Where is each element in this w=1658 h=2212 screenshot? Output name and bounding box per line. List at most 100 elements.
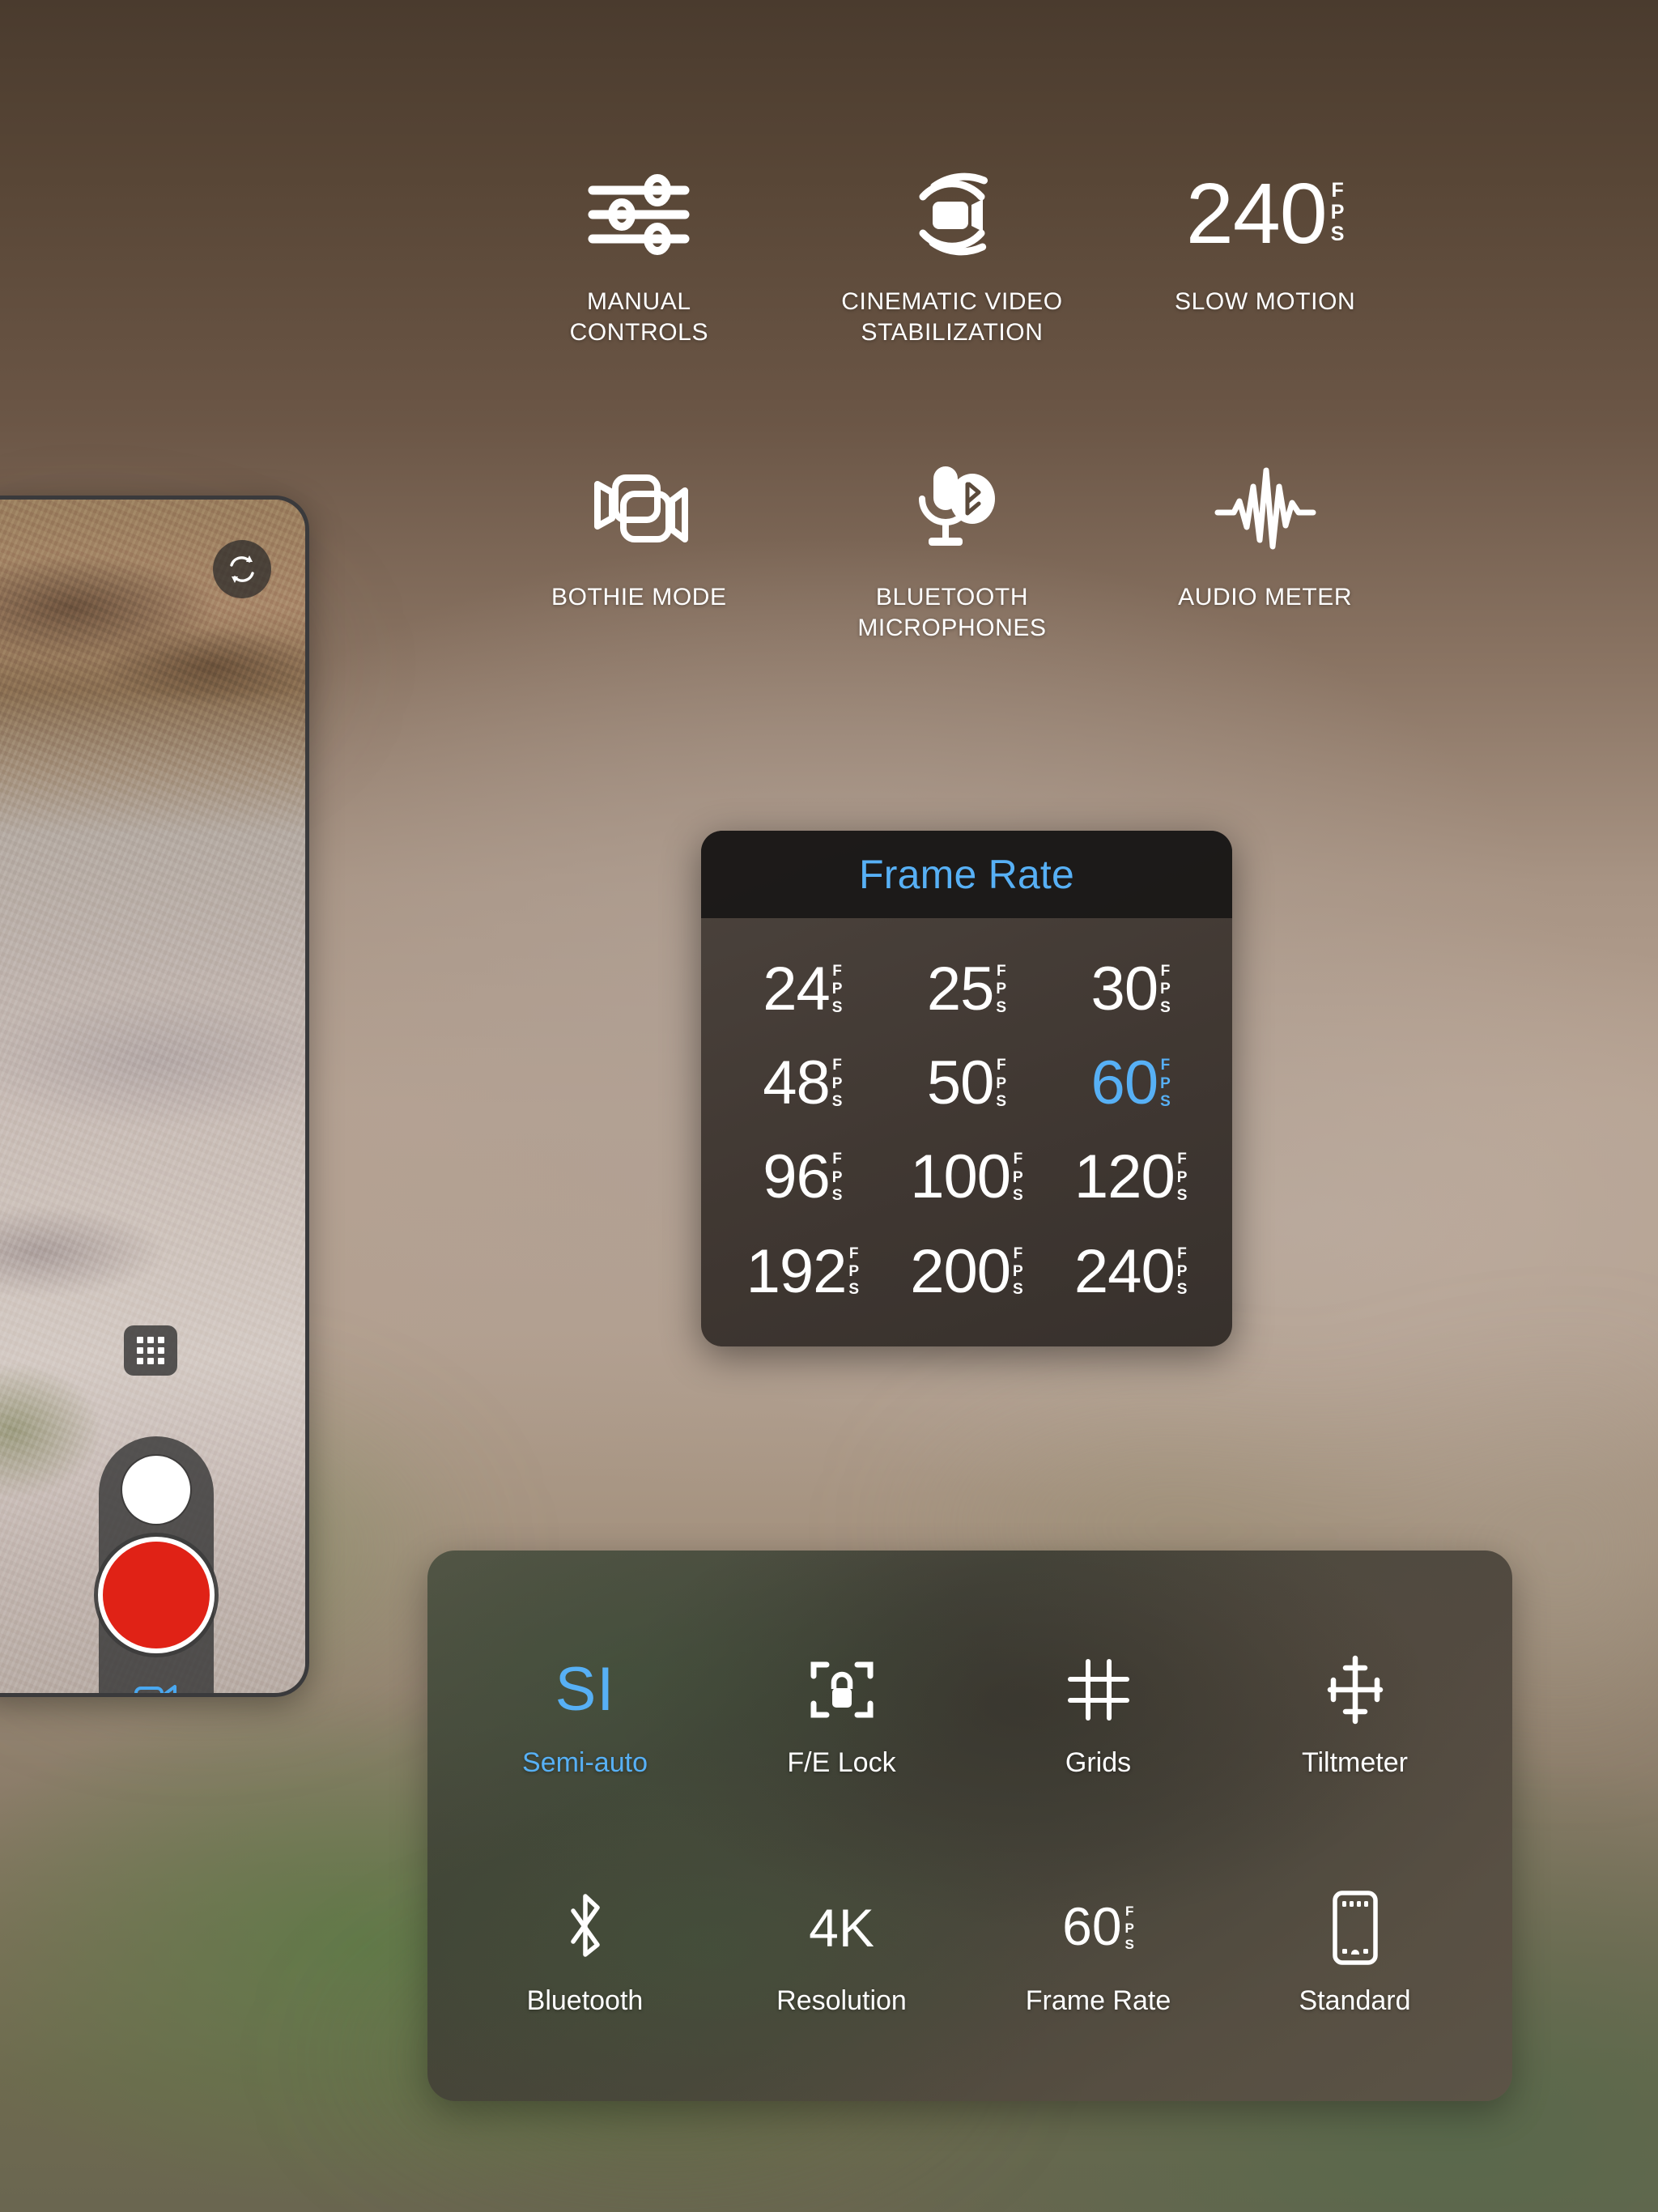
fps-240-icon: 240 F P S (1186, 162, 1345, 267)
fps-value: 240 (1185, 166, 1328, 262)
camera-control-bar: SI Semi-auto F/E Lock Grids Tiltmeter Bl… (427, 1551, 1512, 2101)
frame-rate-option-200[interactable]: 200 FPS (885, 1236, 1049, 1306)
frame-rate-icon: 60 F P S (1062, 1883, 1134, 1972)
control-label: Standard (1299, 1984, 1411, 2016)
capture-controls (98, 1436, 215, 1693)
sliders-icon (586, 162, 691, 267)
control-fe-lock[interactable]: F/E Lock (713, 1593, 970, 1831)
control-resolution[interactable]: 4K Resolution (713, 1831, 970, 2069)
camera-flip-icon (230, 555, 254, 583)
fps-unit: FPS (1013, 1244, 1023, 1299)
frame-rate-option-96[interactable]: 96 FPS (721, 1142, 885, 1212)
feature-bluetooth-microphones[interactable]: BLUETOOTH MICROPHONES (796, 457, 1109, 643)
waveform-icon (1213, 457, 1318, 563)
focus-exposure-lock-icon (807, 1645, 877, 1734)
dot-grid-icon (137, 1337, 164, 1364)
frame-rate-option-30[interactable]: 30 FPS (1048, 955, 1213, 1023)
control-label: F/E Lock (787, 1746, 896, 1778)
option-value: 60 (1090, 1049, 1159, 1118)
video-mode-button[interactable] (134, 1682, 179, 1693)
control-bar-grid: SI Semi-auto F/E Lock Grids Tiltmeter Bl… (427, 1551, 1512, 2101)
fps-unit: FPS (1176, 1151, 1188, 1205)
frame-rate-glyph: 60 (1062, 1896, 1122, 1957)
feature-bothie-mode[interactable]: BOTHIE MODE (483, 457, 796, 643)
video-stabilization-icon (903, 162, 1001, 267)
control-label: Grids (1065, 1746, 1132, 1778)
fps-unit: FPS (831, 1057, 843, 1110)
frame-rate-option-240[interactable]: 240 FPS (1048, 1236, 1213, 1306)
option-value: 48 (763, 1049, 831, 1118)
control-semi-auto[interactable]: SI Semi-auto (457, 1593, 713, 1831)
control-label: Bluetooth (526, 1984, 644, 2016)
frame-rate-popup: Frame Rate 24 FPS 25 FPS 30 FPS 48 F P S… (701, 831, 1232, 1346)
feature-label: SLOW MOTION (1175, 288, 1356, 315)
feature-slow-motion[interactable]: 240 F P S SLOW MOTION (1108, 162, 1422, 347)
screen: MANUAL CONTROLS CINEMATIC VIDEO STABILIZ… (0, 0, 1658, 2212)
tiltmeter-icon (1319, 1645, 1392, 1734)
frame-rate-option-50[interactable]: 50 FPS (885, 1049, 1049, 1118)
frame-rate-header: Frame Rate (701, 831, 1232, 918)
resolution-glyph: 4K (809, 1897, 874, 1958)
grid-toggle-button[interactable] (124, 1325, 177, 1376)
frame-rate-title: Frame Rate (859, 852, 1074, 897)
photo-shutter-button[interactable] (122, 1456, 190, 1524)
option-value: 100 (910, 1142, 1011, 1212)
frame-rate-option-192[interactable]: 192 FPS (721, 1236, 885, 1306)
standard-format-icon (1327, 1883, 1384, 1972)
option-value: 25 (926, 955, 995, 1023)
feature-label: BOTHIE MODE (551, 584, 727, 610)
feature-cinematic-video-stabilization[interactable]: CINEMATIC VIDEO STABILIZATION (796, 162, 1109, 347)
semi-auto-icon: SI (555, 1645, 615, 1734)
control-grids[interactable]: Grids (970, 1593, 1226, 1831)
frame-rate-options: 24 FPS 25 FPS 30 FPS 48 FPS 50 F P S 60 … (701, 918, 1232, 1346)
feature-manual-controls[interactable]: MANUAL CONTROLS (483, 162, 796, 347)
fps-unit: FPS (848, 1244, 860, 1299)
fps-unit: FPS (996, 1057, 1007, 1110)
control-standard[interactable]: Standard (1226, 1831, 1483, 2069)
fps-unit: FPS (1160, 1057, 1171, 1110)
record-button[interactable] (98, 1537, 215, 1653)
semi-auto-glyph: SI (555, 1654, 615, 1724)
bluetooth-icon (557, 1883, 614, 1972)
frame-rate-option-60[interactable]: 60 FPS (1048, 1049, 1213, 1118)
feature-label: CINEMATIC VIDEO STABILIZATION (841, 288, 1063, 346)
option-value: 30 (1090, 955, 1159, 1023)
frame-rate-option-24[interactable]: 24 FPS (721, 955, 885, 1023)
feature-audio-meter[interactable]: AUDIO METER (1108, 457, 1422, 643)
frame-rate-option-100[interactable]: 100 FPS (885, 1142, 1049, 1212)
option-value: 96 (763, 1142, 831, 1212)
option-value: 200 (910, 1236, 1011, 1306)
option-value: 240 (1073, 1236, 1175, 1306)
fps-unit: FPS (1176, 1244, 1188, 1299)
camera-flip-button[interactable] (213, 540, 271, 598)
option-value: 50 (926, 1049, 995, 1118)
fps-unit: FPS (831, 1151, 843, 1205)
fps-unit: FPS (996, 963, 1007, 1016)
control-label: Resolution (776, 1984, 907, 2016)
feature-label: AUDIO METER (1178, 584, 1353, 610)
control-bluetooth[interactable]: Bluetooth (457, 1831, 713, 2069)
control-tiltmeter[interactable]: Tiltmeter (1226, 1593, 1483, 1831)
feature-label: MANUAL CONTROLS (569, 288, 709, 346)
feature-label: BLUETOOTH MICROPHONES (857, 584, 1047, 641)
fps-unit: FPS (1160, 963, 1171, 1016)
feature-grid: MANUAL CONTROLS CINEMATIC VIDEO STABILIZ… (483, 162, 1422, 643)
option-value: 192 (746, 1236, 848, 1306)
bluetooth-microphone-icon (903, 457, 1001, 563)
frame-rate-option-120[interactable]: 120 FPS (1048, 1142, 1213, 1212)
control-label: Semi-auto (522, 1746, 648, 1778)
grid-icon (1064, 1645, 1133, 1734)
fps-unit: F P S (1124, 1904, 1134, 1953)
fps-unit: FPS (831, 963, 843, 1016)
phone-preview-panel (0, 496, 309, 1697)
frame-rate-option-25[interactable]: 25 FPS (885, 955, 1049, 1023)
control-label: Tiltmeter (1302, 1746, 1408, 1778)
frame-rate-option-48[interactable]: 48 FPS (721, 1049, 885, 1118)
option-value: 120 (1073, 1142, 1175, 1212)
fps-unit: FPS (1013, 1151, 1023, 1205)
resolution-icon: 4K (809, 1883, 874, 1972)
option-value: 24 (763, 955, 831, 1023)
control-frame-rate[interactable]: 60 F P S Frame Rate (970, 1831, 1226, 2069)
dual-camcorder-icon (585, 457, 694, 563)
control-label: Frame Rate (1025, 1984, 1171, 2016)
